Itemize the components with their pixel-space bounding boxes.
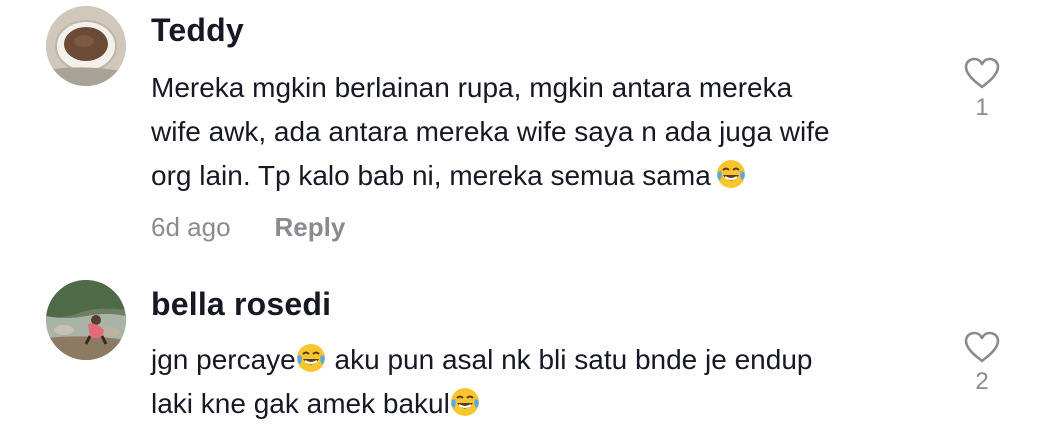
- comment-username[interactable]: bella rosedi: [151, 286, 331, 323]
- heart-icon: [964, 331, 1000, 363]
- tears-of-joy-emoji-icon: [450, 388, 479, 416]
- tears-of-joy-emoji-icon: [296, 344, 325, 372]
- like-button[interactable]: 2: [958, 330, 1006, 396]
- comment-text: jgn percaye aku pun asal nk bli satu bnd…: [151, 338, 941, 426]
- like-count: 2: [975, 368, 989, 395]
- comment-item-bella-rosedi: bella rosedi jgn percaye aku pun asal nk…: [0, 0, 1048, 446]
- comment-text-line: laki kne gak amek bakul: [151, 382, 941, 426]
- avatar[interactable]: [46, 280, 126, 360]
- river-photo-avatar-image: [46, 280, 126, 360]
- comment-text-line: jgn percaye aku pun asal nk bli satu bnd…: [151, 344, 813, 375]
